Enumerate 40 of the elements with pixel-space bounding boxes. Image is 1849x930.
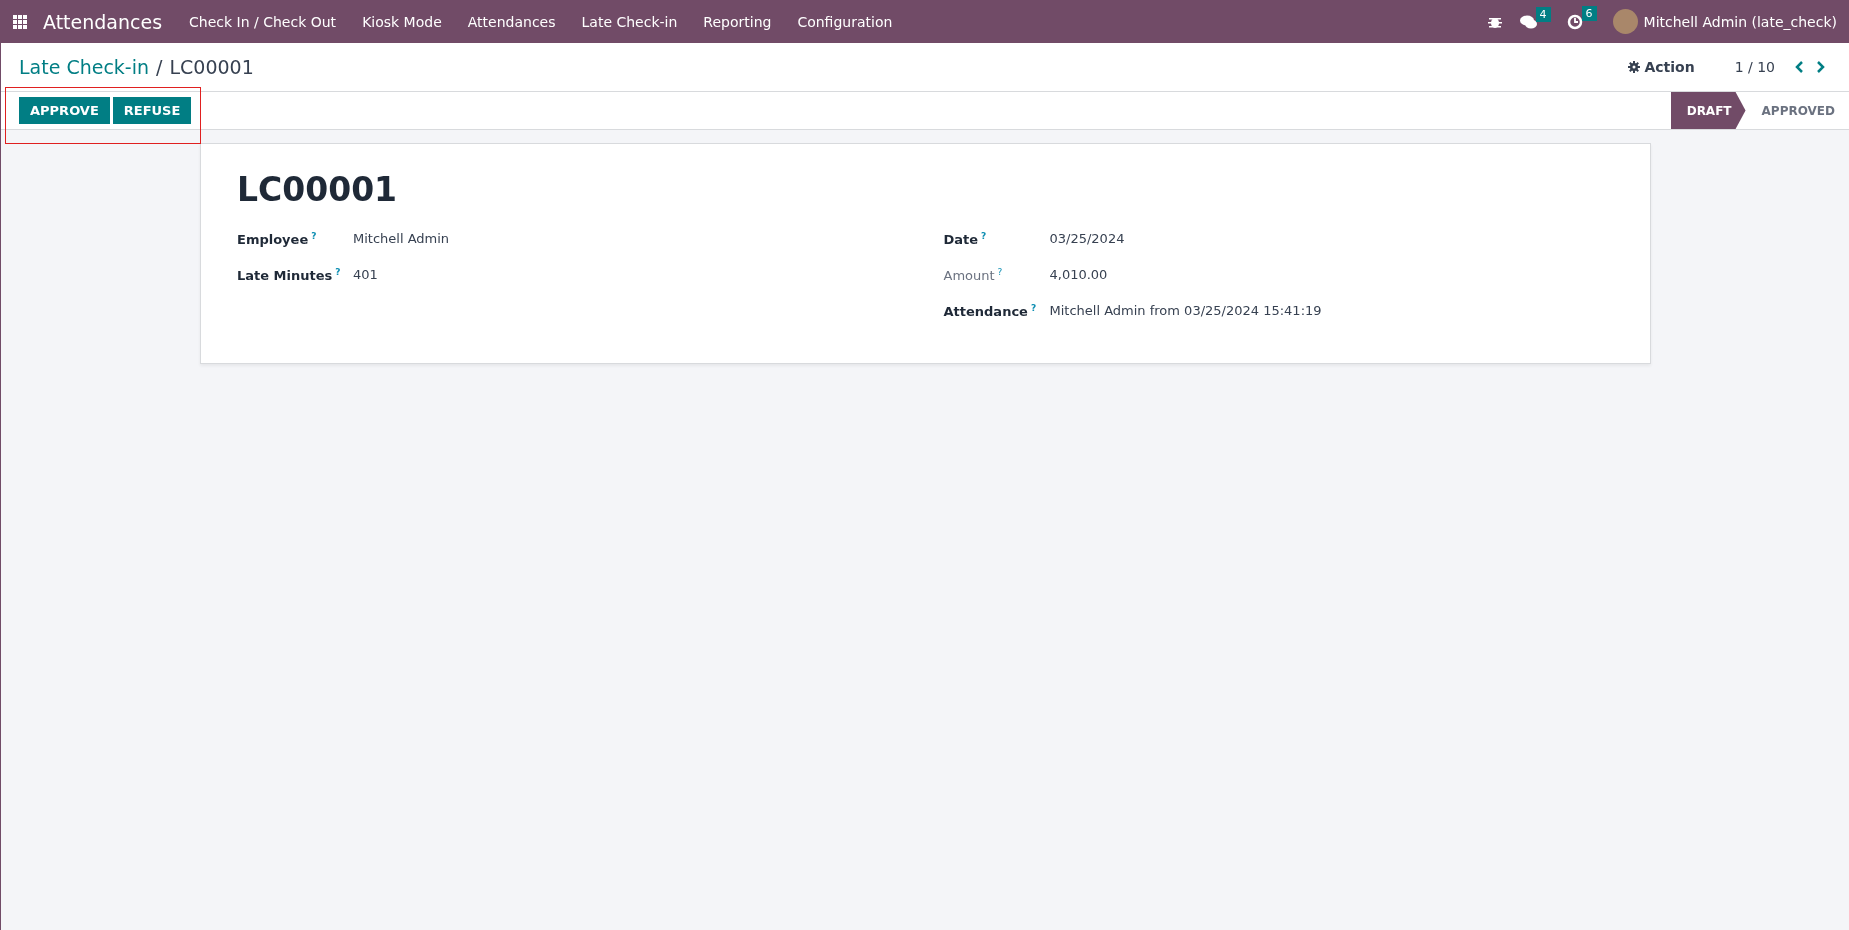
menu-item[interactable]: Configuration [784, 13, 906, 30]
status-stage[interactable]: DRAFT [1670, 92, 1746, 129]
help-icon[interactable]: ? [981, 231, 987, 241]
menu-item[interactable]: Reporting [690, 13, 785, 30]
field-label: Amount $^{?}$ [943, 267, 1004, 284]
help-icon[interactable]: ? [335, 267, 341, 277]
clock-icon[interactable] [1566, 13, 1583, 30]
activity-count-badge: 6 [1581, 5, 1597, 21]
breadcrumb-current: LC00001 [169, 56, 254, 78]
menu-item[interactable]: Late Check-in [568, 13, 691, 30]
help-icon[interactable]: ? [311, 231, 317, 241]
field-value: 401 [353, 267, 379, 282]
field-value: 4,010.00 [1049, 267, 1109, 282]
message-count-badge: 4 [1535, 6, 1551, 22]
chevron-right-icon [1816, 61, 1825, 73]
help-icon[interactable]: ? [997, 267, 1003, 277]
menu-item[interactable]: Attendances [454, 13, 569, 30]
apps-grid-icon[interactable] [13, 14, 27, 29]
breadcrumb-separator: / [156, 56, 163, 78]
field-label: Employee $^{?}$ [237, 231, 318, 248]
field-value: 03/25/2024 [1049, 231, 1126, 246]
menu-item[interactable]: Kiosk Mode [349, 13, 455, 30]
field-value: Mitchell Admin [353, 231, 451, 246]
field-label: Attendance $^{?}$ [943, 303, 1038, 320]
pager-counter: 1 / 10 [1734, 59, 1775, 75]
action-button[interactable]: Action [1622, 58, 1701, 76]
user-name[interactable]: Mitchell Admin (late_check) [1643, 13, 1837, 30]
field-value: Mitchell Admin from 03/25/2024 15:41:19 [1049, 303, 1323, 318]
breadcrumb-link[interactable]: Late Check-in [19, 56, 150, 78]
app-name[interactable]: Attendances [43, 10, 163, 33]
chat-icon[interactable] [1519, 14, 1537, 29]
field-label: Date $^{?}$ [943, 231, 988, 248]
settings-icon [1628, 61, 1641, 73]
workflow-button[interactable]: APPROVE [19, 97, 110, 124]
record-title: LC00001 [237, 170, 399, 209]
chevron-left-icon [1795, 61, 1804, 73]
field-label: Late Minutes $^{?}$ [237, 267, 342, 284]
workflow-button[interactable]: REFUSE [112, 97, 192, 124]
help-icon[interactable]: ? [1030, 303, 1037, 313]
menu-item[interactable]: Check In / Check Out [176, 13, 350, 30]
